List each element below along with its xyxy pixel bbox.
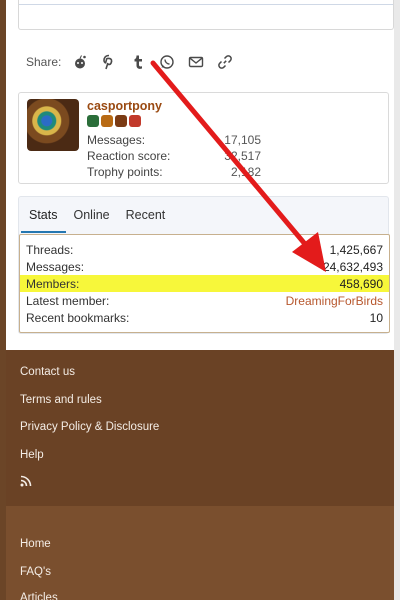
scrollbar-track[interactable]: [394, 0, 400, 600]
latest-member-link[interactable]: DreamingForBirds: [286, 294, 383, 308]
stat-row-latest-member: Latest member: DreamingForBirds: [20, 292, 389, 309]
footer-links-section: Contact us Terms and rules Privacy Polic…: [6, 350, 394, 506]
tab-recent[interactable]: Recent: [118, 199, 174, 233]
pinterest-icon[interactable]: [98, 52, 120, 72]
stat-row-messages: Messages: 24,632,493: [20, 258, 389, 275]
share-bar: Share:: [26, 52, 243, 72]
stat-label: Trophy points:: [87, 165, 163, 179]
avatar[interactable]: [27, 99, 79, 151]
stat-label: Latest member:: [26, 293, 110, 308]
footer-link-help[interactable]: Help: [20, 449, 44, 461]
footer-link-home[interactable]: Home: [20, 538, 51, 550]
footer-link-privacy[interactable]: Privacy Policy & Disclosure: [20, 421, 159, 433]
footer-nav-section: Home FAQ's Articles: [6, 506, 394, 600]
member-stat-reaction-score: Reaction score: 32,517: [87, 149, 261, 163]
footer-link-terms[interactable]: Terms and rules: [20, 394, 102, 406]
stat-label: Messages:: [87, 133, 146, 147]
tumblr-icon[interactable]: [127, 52, 149, 72]
forum-stats-block: Stats Online Recent Threads: 1,425,667 M…: [18, 196, 390, 334]
badge-icon: [129, 115, 141, 127]
badge-icon: [101, 115, 113, 127]
stat-value: 17,105: [224, 133, 261, 147]
stat-value: 2,182: [230, 165, 261, 179]
stat-row-members: Members: 458,690: [20, 275, 389, 292]
stat-label: Messages:: [26, 259, 85, 274]
stat-value: 10: [369, 310, 383, 325]
stats-table: Threads: 1,425,667 Messages: 24,632,493 …: [19, 234, 390, 333]
share-label: Share:: [26, 55, 62, 69]
username-link[interactable]: casportpony: [87, 99, 162, 113]
tab-stats[interactable]: Stats: [21, 199, 66, 233]
stat-value: 24,632,493: [322, 259, 383, 274]
rss-icon[interactable]: [20, 475, 32, 490]
tab-online[interactable]: Online: [66, 199, 118, 233]
member-stat-trophy-points: Trophy points: 2,182: [87, 165, 261, 179]
stats-tabs: Stats Online Recent: [21, 199, 173, 233]
trophy-badges: [87, 115, 141, 127]
footer-link-contact[interactable]: Contact us: [20, 366, 75, 378]
stat-value: 32,517: [224, 149, 261, 163]
link-icon[interactable]: [214, 52, 236, 72]
stat-label: Members:: [26, 276, 80, 291]
main-content: Share: casportpony Messages: 17,105 Reac…: [6, 0, 394, 348]
footer-link-faq[interactable]: FAQ's: [20, 566, 51, 578]
stat-value: 458,690: [339, 276, 383, 291]
divider: [19, 4, 393, 5]
reddit-icon[interactable]: [69, 52, 91, 72]
footer-link-articles[interactable]: Articles: [20, 592, 58, 600]
badge-icon: [87, 115, 99, 127]
member-card: casportpony Messages: 17,105 Reaction sc…: [18, 92, 389, 184]
stat-row-recent-bookmarks: Recent bookmarks: 10: [20, 309, 389, 326]
member-stat-messages: Messages: 17,105: [87, 133, 261, 147]
email-icon[interactable]: [185, 52, 207, 72]
previous-post-frame: [18, 0, 394, 30]
stat-label: Recent bookmarks:: [26, 310, 130, 325]
stat-label: Threads:: [26, 242, 74, 257]
stat-row-threads: Threads: 1,425,667: [20, 241, 389, 258]
stat-value: 1,425,667: [329, 242, 383, 257]
whatsapp-icon[interactable]: [156, 52, 178, 72]
stat-label: Reaction score:: [87, 149, 171, 163]
badge-icon: [115, 115, 127, 127]
